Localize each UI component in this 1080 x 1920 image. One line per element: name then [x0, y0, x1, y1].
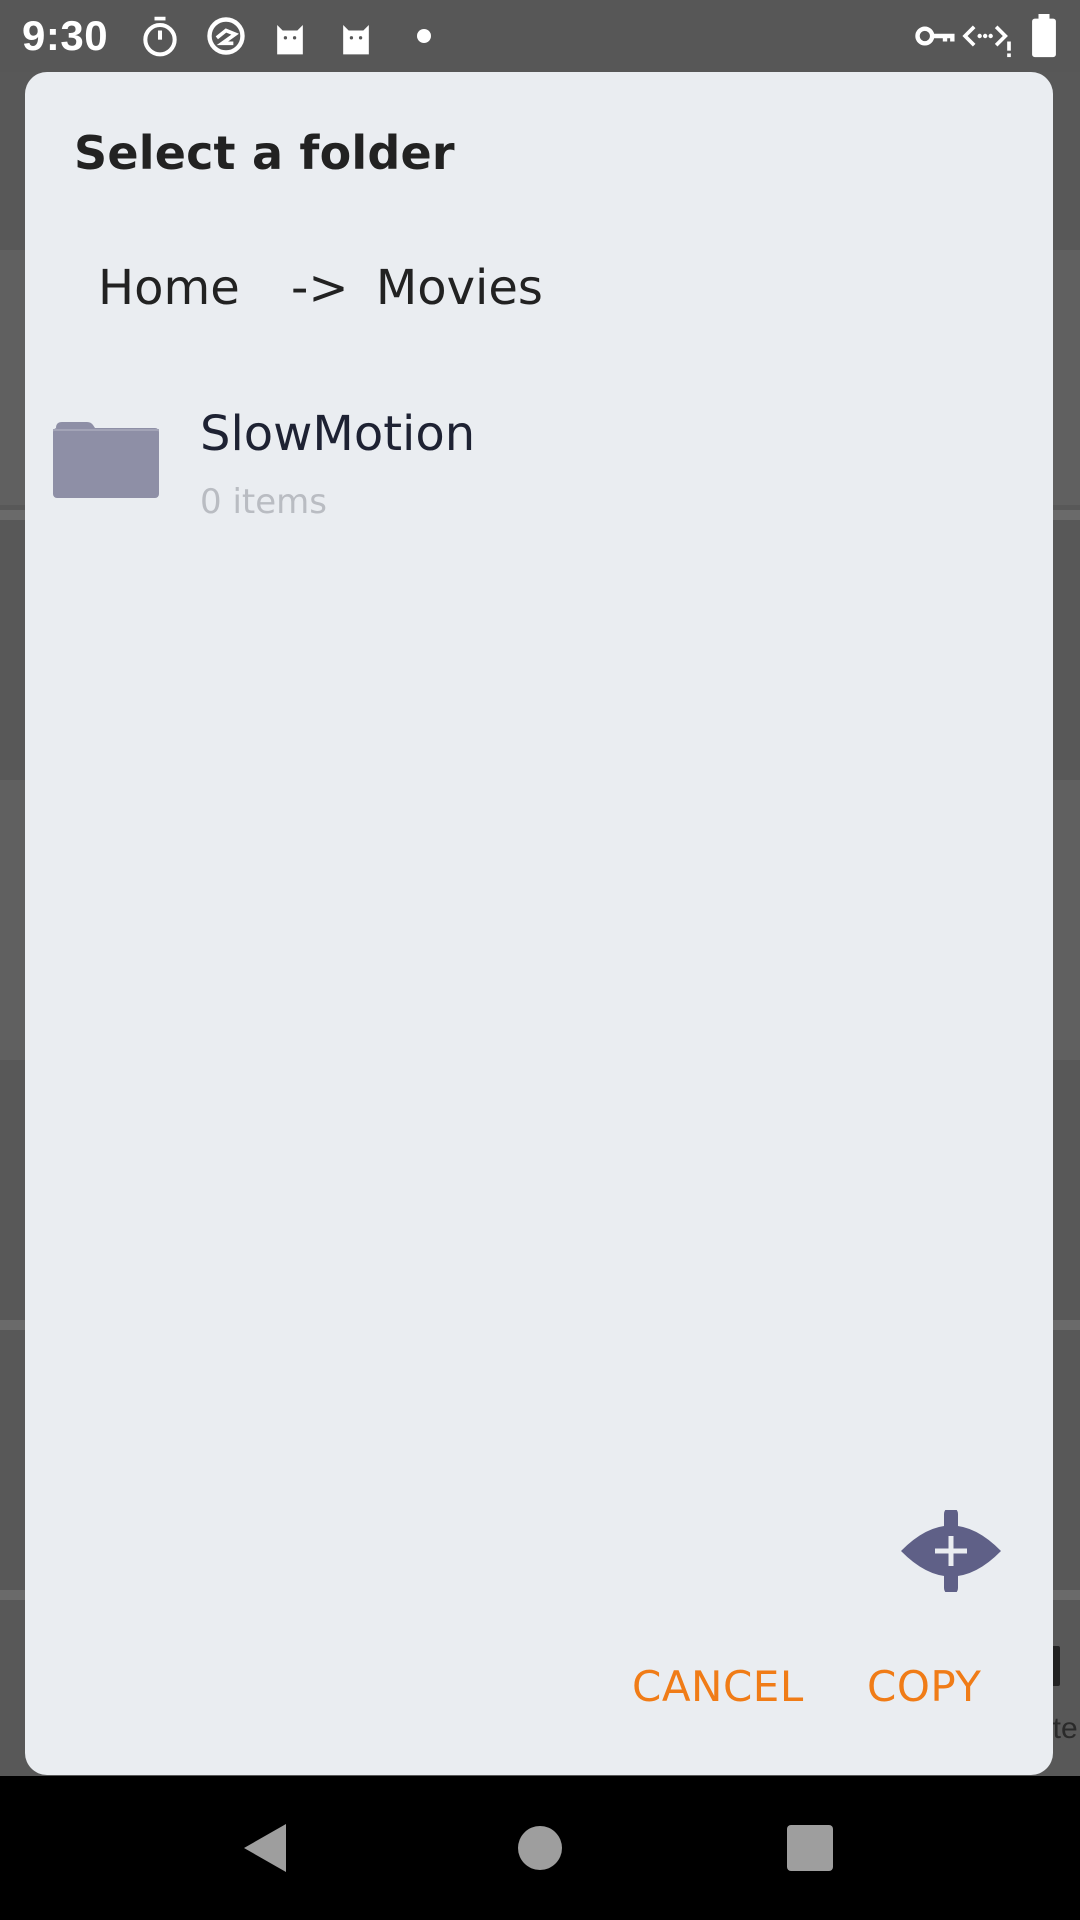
battery-icon — [1030, 14, 1058, 58]
folder-name: SlowMotion — [200, 406, 476, 462]
folder-item-count: 0 items — [200, 482, 327, 522]
cat-icon — [268, 14, 312, 58]
recents-icon[interactable] — [774, 1812, 846, 1884]
back-icon[interactable] — [230, 1812, 302, 1884]
copy-button[interactable]: COPY — [867, 1662, 981, 1711]
breadcrumb-separator: -> — [291, 260, 349, 316]
create-folder-icon[interactable] — [899, 1510, 1003, 1592]
status-time: 9:30 — [22, 12, 109, 59]
navigation-bar — [0, 1776, 1080, 1920]
dialog-title: Select a folder — [74, 126, 455, 180]
status-bar: 9:30 — [0, 0, 1080, 72]
cancel-button[interactable]: CANCEL — [632, 1662, 804, 1711]
notification-dot — [417, 29, 431, 43]
data-saver-icon — [962, 14, 1012, 58]
home-icon[interactable] — [504, 1812, 576, 1884]
select-folder-dialog: Select a folder Home -> Movies SlowMotio… — [25, 72, 1053, 1775]
breadcrumb: Home -> Movies — [98, 260, 543, 316]
vpn-key-icon — [912, 14, 956, 58]
stopwatch-icon — [138, 14, 182, 58]
folder-list-item[interactable]: SlowMotion 0 items — [25, 392, 1053, 542]
breadcrumb-current[interactable]: Movies — [376, 260, 543, 316]
sync-icon — [204, 14, 248, 58]
breadcrumb-home[interactable]: Home — [98, 260, 240, 316]
cat-icon — [334, 14, 378, 58]
folder-icon — [53, 418, 159, 498]
